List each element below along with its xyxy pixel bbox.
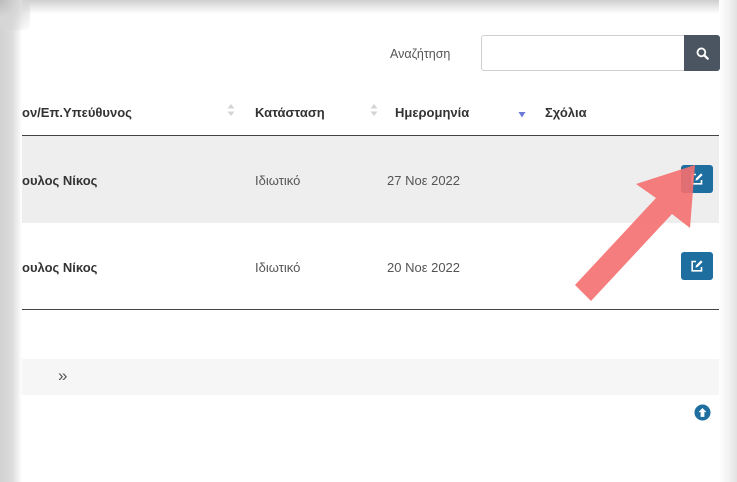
- search-input[interactable]: [481, 35, 685, 71]
- edit-icon: [691, 260, 703, 272]
- cell-status: Ιδιωτικό: [255, 173, 301, 188]
- column-header-status[interactable]: Κατάσταση: [255, 105, 325, 120]
- column-header-date[interactable]: Ημερομηνία: [395, 105, 469, 120]
- edit-button[interactable]: [681, 252, 713, 280]
- window-shadow-left: [0, 0, 22, 482]
- table-row: ουλος Νίκος Ιδιωτικό 20 Νοε 2022: [22, 223, 719, 310]
- window-shadow-top: [0, 0, 737, 14]
- search-icon: [696, 47, 709, 60]
- search-button[interactable]: [684, 35, 720, 71]
- table-header: ον/Επ.Υπεύθυνος Κατάσταση Ημερομηνία Σχό…: [22, 94, 719, 136]
- pagination: »: [22, 359, 719, 395]
- sort-both-icon[interactable]: [227, 103, 235, 117]
- edit-button[interactable]: [681, 165, 713, 193]
- content-area: Αναζήτηση ον/Επ.Υπεύθυνος Κατάσταση Ημερ…: [22, 14, 720, 482]
- search-label: Αναζήτηση: [390, 47, 451, 61]
- cell-responsible: ουλος Νίκος: [22, 260, 98, 275]
- cell-date: 20 Νοε 2022: [387, 260, 461, 275]
- sort-desc-icon[interactable]: [518, 107, 526, 121]
- cell-date: 27 Νοε 2022: [387, 173, 461, 188]
- cell-status: Ιδιωτικό: [255, 260, 301, 275]
- edit-icon: [691, 173, 703, 185]
- cell-responsible: ουλος Νίκος: [22, 173, 98, 188]
- table-row: ουλος Νίκος Ιδιωτικό 27 Νοε 2022: [22, 136, 719, 223]
- column-header-responsible[interactable]: ον/Επ.Υπεύθυνος: [22, 105, 132, 120]
- window-shadow-right: [719, 0, 737, 482]
- column-header-comments[interactable]: Σχόλια: [545, 105, 587, 120]
- sort-both-icon[interactable]: [370, 103, 378, 117]
- arrow-up-circle-icon[interactable]: [694, 404, 711, 421]
- pagination-next-link[interactable]: »: [58, 366, 67, 386]
